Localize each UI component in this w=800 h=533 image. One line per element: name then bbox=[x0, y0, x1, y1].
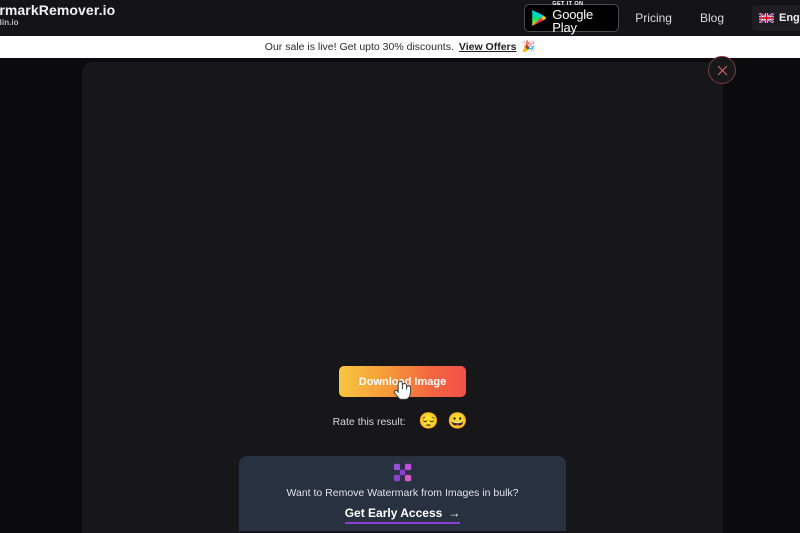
arrow-right-icon: → bbox=[448, 506, 461, 520]
close-icon[interactable] bbox=[708, 56, 736, 84]
rating-label: Rate this result: bbox=[332, 416, 406, 428]
rating-row: Rate this result: 😔 😀 bbox=[0, 414, 800, 430]
promo-banner: Our sale is live! Get upto 30% discounts… bbox=[0, 36, 800, 58]
get-early-access-link[interactable]: Get Early Access → bbox=[344, 506, 461, 524]
brand-name: WatermarkRemover.io bbox=[0, 2, 116, 18]
site-header: WatermarkRemover.io by PixelBin.io bbox=[0, 0, 800, 36]
brand-logo[interactable]: WatermarkRemover.io by PixelBin.io bbox=[0, 3, 115, 27]
close-x-glyph bbox=[717, 65, 727, 75]
sad-emoji[interactable]: 😔 bbox=[419, 414, 439, 430]
google-play-icon bbox=[532, 10, 547, 26]
google-play-big-label: Google Play bbox=[552, 7, 594, 36]
language-label: English bbox=[779, 12, 800, 24]
happy-emoji[interactable]: 😀 bbox=[447, 414, 467, 430]
brand-tagline: by PixelBin.io bbox=[0, 17, 19, 27]
bulk-promo-card: Want to Remove Watermark from Images in … bbox=[239, 456, 566, 531]
party-popper-icon: 🎉 bbox=[521, 40, 536, 53]
uk-flag-icon bbox=[759, 13, 774, 23]
google-play-button[interactable]: GET IT ON Google Play bbox=[524, 1, 620, 36]
language-selector[interactable]: English bbox=[752, 5, 800, 31]
pixelbin-logo-icon bbox=[393, 463, 412, 482]
promo-text: Our sale is live! Get upto 30% discounts… bbox=[264, 41, 454, 53]
get-early-access-label: Get Early Access bbox=[344, 506, 443, 520]
view-offers-link[interactable]: View Offers bbox=[459, 41, 517, 53]
header-nav: GET IT ON Google Play Pricing Blog Engli… bbox=[524, 0, 800, 36]
download-image-button[interactable]: Download Image bbox=[339, 366, 466, 397]
google-play-label: GET IT ON Google Play bbox=[552, 1, 612, 36]
nav-link-blog[interactable]: Blog bbox=[700, 11, 724, 25]
nav-link-pricing[interactable]: Pricing bbox=[635, 11, 672, 25]
bulk-promo-question: Want to Remove Watermark from Images in … bbox=[286, 487, 519, 499]
